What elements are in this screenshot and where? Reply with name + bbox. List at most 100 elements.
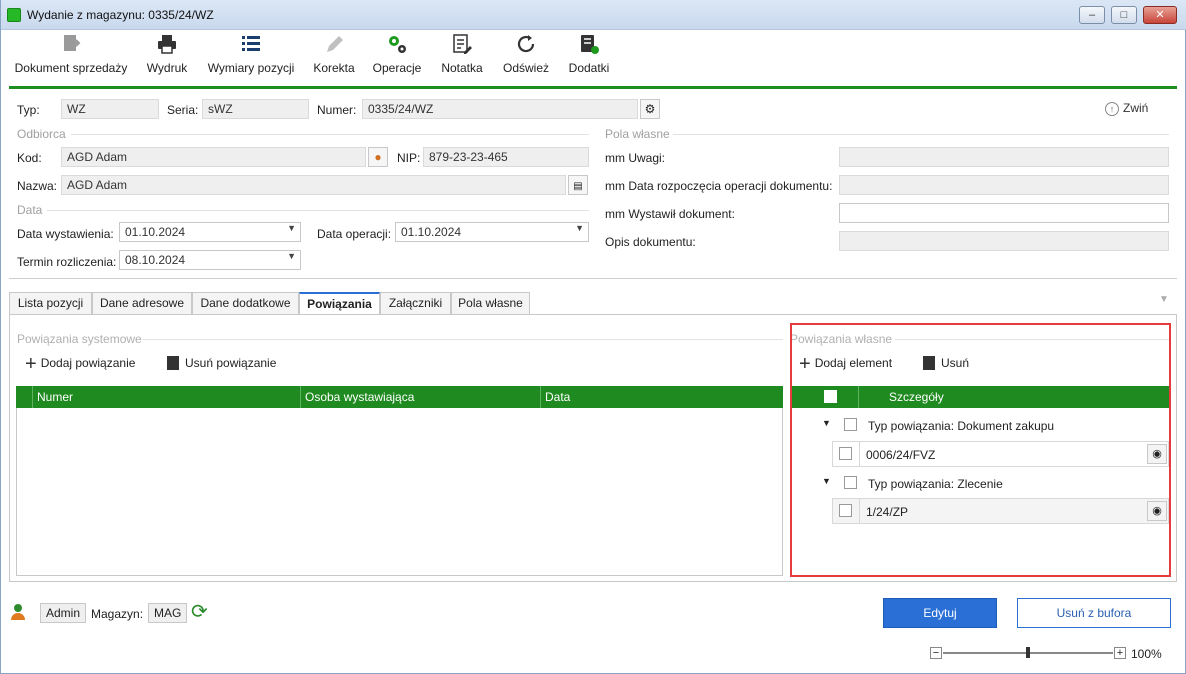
plus-icon: + — [25, 353, 37, 375]
data-operacji-label: Data operacji: — [317, 227, 392, 241]
kod-label: Kod: — [17, 151, 42, 165]
window-title: Wydanie z magazynu: 0335/24/WZ — [27, 8, 214, 22]
data-rozpoczecia-label: mm Data rozpoczęcia operacji dokumentu: — [605, 179, 833, 193]
chevron-down-icon: ▼ — [575, 223, 584, 233]
nazwa-field[interactable]: AGD Adam — [61, 175, 566, 195]
document-arrow-icon — [64, 35, 81, 51]
contractor-card-button[interactable]: ▤ — [568, 175, 588, 195]
maximize-button[interactable]: □ — [1111, 6, 1137, 24]
tab-dane-adresowe[interactable]: Dane adresowe — [92, 292, 192, 314]
column-data[interactable]: Data — [541, 386, 783, 408]
person-icon: ● — [374, 150, 382, 164]
opis-label: Opis dokumentu: — [605, 235, 696, 249]
toolbar-button-wydruk[interactable]: Wydruk — [141, 30, 193, 86]
pencil-icon — [327, 36, 343, 52]
toolbar-label: Notatka — [441, 61, 483, 75]
toolbar-button-wymiary-pozycji[interactable]: Wymiary pozycji — [203, 30, 299, 86]
addons-icon — [581, 35, 599, 54]
close-button[interactable]: ✕ — [1143, 6, 1177, 24]
data-wystawienia-picker[interactable]: 01.10.2024 ▼ — [119, 222, 301, 242]
zoom-out-button[interactable]: − — [930, 647, 942, 659]
nip-label: NIP: — [397, 151, 421, 165]
trash-icon — [167, 356, 179, 370]
data-wystawienia-value: 01.10.2024 — [125, 225, 186, 239]
toolbar-label: Wymiary pozycji — [207, 61, 295, 75]
section-divider — [47, 210, 589, 211]
remove-from-buffer-button[interactable]: Usuń z bufora — [1017, 598, 1171, 628]
toolbar-button-operacje[interactable]: Operacje — [369, 30, 425, 86]
remove-relation-label: Usuń powiązanie — [185, 356, 277, 370]
toolbar-label: Dodatki — [568, 61, 610, 75]
column-numer[interactable]: Numer — [33, 386, 301, 408]
contractor-picker-button[interactable]: ● — [368, 147, 388, 167]
termin-label: Termin rozliczenia: — [17, 255, 117, 269]
kod-field[interactable]: AGD Adam — [61, 147, 366, 167]
refresh-icon — [517, 35, 535, 53]
tab-dane-dodatkowe[interactable]: Dane dodatkowe — [192, 292, 299, 314]
nip-field[interactable]: 879-23-23-465 — [423, 147, 589, 167]
toolbar-button-odswiez[interactable]: Odśwież — [499, 30, 553, 86]
tab-zalaczniki[interactable]: Załączniki — [380, 292, 451, 314]
collapse-button[interactable]: ↑ Zwiń — [1105, 101, 1148, 116]
toolbar-button-dodatki[interactable]: Dodatki — [563, 30, 615, 86]
toolbar-button-korekta[interactable]: Korekta — [309, 30, 359, 86]
odbiorca-section-title: Odbiorca — [17, 127, 66, 141]
seria-label: Seria: — [167, 103, 199, 117]
system-grid-header: Numer Osoba wystawiająca Data — [16, 386, 783, 408]
tab-lista-pozycji[interactable]: Lista pozycji — [9, 292, 92, 314]
zoom-slider-thumb[interactable] — [1026, 647, 1030, 658]
data-operacji-value: 01.10.2024 — [401, 225, 462, 239]
zoom-in-button[interactable]: + — [1114, 647, 1126, 659]
toolbar-button-notatka[interactable]: Notatka — [435, 30, 489, 86]
tabs-dropdown-icon[interactable]: ▼ — [1159, 294, 1169, 305]
data-section-title: Data — [17, 203, 43, 217]
user-icon — [11, 604, 25, 620]
edit-button[interactable]: Edytuj — [883, 598, 997, 628]
accent-bar — [9, 86, 1177, 89]
numer-settings-button[interactable]: ⚙ — [640, 99, 660, 119]
row-indicator-header — [16, 386, 33, 408]
remove-relation-button[interactable]: Usuń powiązanie — [167, 356, 276, 370]
tab-pola-wlasne[interactable]: Pola własne — [451, 292, 530, 314]
data-rozpoczecia-field[interactable] — [839, 175, 1169, 195]
list-icon — [242, 36, 260, 51]
header-divider — [9, 278, 1177, 279]
numer-label: Numer: — [317, 103, 357, 117]
add-relation-label: Dodaj powiązanie — [40, 356, 136, 370]
collapse-label: Zwiń — [1123, 101, 1149, 115]
wystawil-field[interactable] — [839, 203, 1169, 223]
toolbar-label: Dokument sprzedaży — [14, 61, 128, 75]
wystawil-label: mm Wystawił dokument: — [605, 207, 735, 221]
note-icon — [453, 34, 472, 54]
system-relations-grid — [16, 386, 783, 576]
termin-picker[interactable]: 08.10.2024 ▼ — [119, 250, 301, 270]
data-wystawienia-label: Data wystawienia: — [17, 227, 114, 241]
toolbar-label: Wydruk — [146, 61, 188, 75]
add-relation-button[interactable]: + Dodaj powiązanie — [25, 354, 136, 374]
minimize-button[interactable]: – — [1079, 6, 1105, 24]
numer-field[interactable]: 0335/24/WZ — [362, 99, 638, 119]
toolbar-label: Odśwież — [502, 61, 549, 75]
tab-powiazania[interactable]: Powiązania — [299, 292, 380, 315]
column-osoba[interactable]: Osoba wystawiająca — [301, 386, 541, 408]
id-card-icon: ▤ — [573, 181, 583, 192]
data-operacji-picker[interactable]: 01.10.2024 ▼ — [395, 222, 589, 242]
section-divider — [143, 339, 783, 340]
title-bar: Wydanie z magazynu: 0335/24/WZ – □ ✕ — [1, 0, 1186, 30]
collapse-up-icon: ↑ — [1105, 102, 1119, 116]
pola-section-title: Pola własne — [605, 127, 670, 141]
uwagi-field[interactable] — [839, 147, 1169, 167]
typ-field[interactable]: WZ — [61, 99, 159, 119]
typ-label: Typ: — [17, 103, 40, 117]
toolbar-label: Operacje — [372, 61, 422, 75]
seria-field[interactable]: sWZ — [202, 99, 309, 119]
gears-icon — [389, 36, 406, 53]
sync-icon[interactable]: ⟳ — [191, 602, 208, 622]
uwagi-label: mm Uwagi: — [605, 151, 666, 165]
chevron-down-icon: ▼ — [287, 251, 296, 261]
toolbar-button-dokument-sprzedazy[interactable]: Dokument sprzedaży — [11, 30, 131, 86]
toolbar: Dokument sprzedaży Wydruk Wymiary pozycj… — [1, 30, 1185, 86]
opis-field[interactable] — [839, 231, 1169, 251]
gear-icon: ⚙ — [644, 102, 656, 116]
nazwa-label: Nazwa: — [17, 179, 58, 193]
